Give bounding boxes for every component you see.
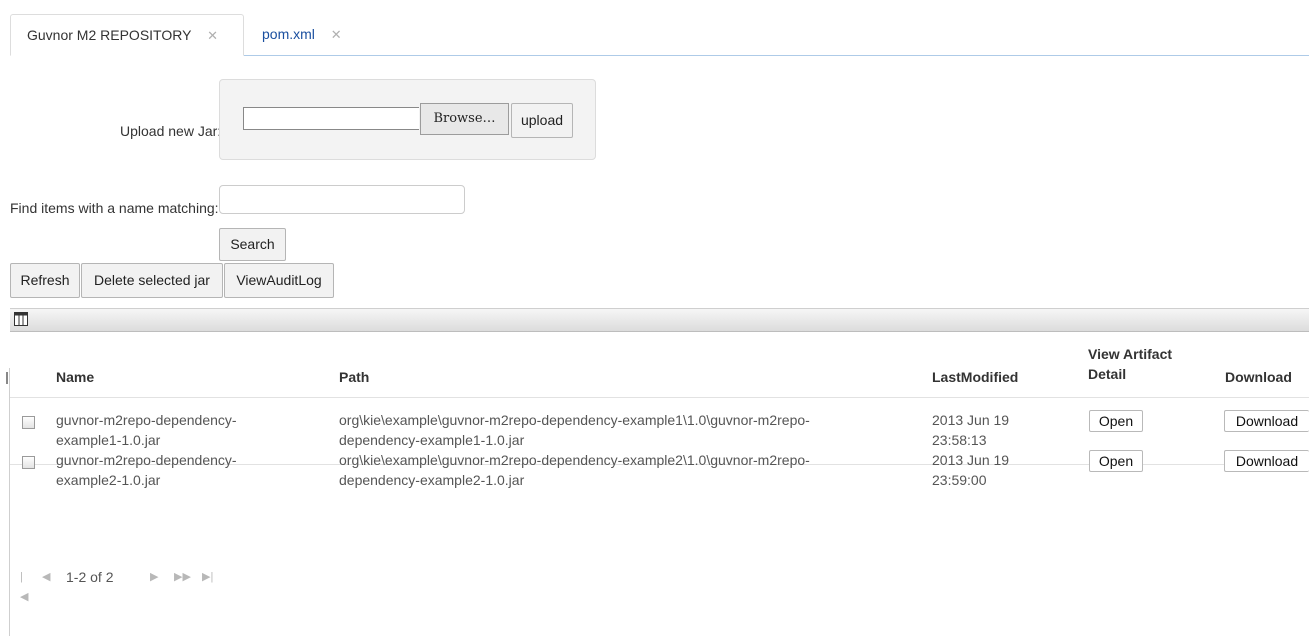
row-checkbox[interactable] [22,456,35,469]
cell-line: dependency-example1-1.0.jar [339,432,525,448]
next-page-icon[interactable]: ▶ [150,567,158,587]
header-line: View Artifact [1088,346,1173,362]
tab-label: pom.xml [262,26,315,42]
last-page-icon[interactable]: ▶| [202,567,213,587]
upload-button[interactable]: upload [511,103,573,138]
cell-line: 2013 Jun 19 [932,412,1010,428]
cell-lastmodified: 2013 Jun 19 23:59:00 [932,450,1009,490]
download-button[interactable]: Download [1224,410,1309,432]
cell-line: 23:58:13 [932,432,987,448]
cell-line: org\kie\example\guvnor-m2repo-dependency… [339,412,810,428]
cell-path: org\kie\example\guvnor-m2repo-dependency… [339,450,810,490]
open-button[interactable]: Open [1089,450,1143,472]
close-icon[interactable]: ✕ [331,27,342,42]
tab-guvnor-m2-repository[interactable]: Guvnor M2 REPOSITORY ✕ [10,14,244,56]
cell-line: example2-1.0.jar [56,472,161,488]
tab-bar: Guvnor M2 REPOSITORY ✕ pom.xml ✕ [10,14,1309,56]
cell-line: dependency-example2-1.0.jar [339,472,525,488]
cell-line: 23:59:00 [932,472,987,488]
column-resize-handle[interactable] [6,372,8,384]
page-range: 1-2 of 2 [66,569,114,585]
search-label: Find items with a name matching: [10,200,219,216]
column-header-lastmodified[interactable]: LastModified [932,369,1018,385]
cell-line: example1-1.0.jar [56,432,161,448]
cell-name: guvnor-m2repo-dependency- example1-1.0.j… [56,410,237,450]
column-header-path[interactable]: Path [339,369,369,385]
refresh-button[interactable]: Refresh [10,263,80,298]
column-header-view-detail[interactable]: View Artifact Detail [1088,346,1172,382]
cell-line: guvnor-m2repo-dependency- [56,412,237,428]
header-line: Detail [1088,366,1127,382]
file-path-field[interactable] [243,107,419,130]
tab-pom-xml[interactable]: pom.xml ✕ [246,14,376,54]
prev-page-icon[interactable]: ◀ [42,567,50,587]
cell-name: guvnor-m2repo-dependency- example2-1.0.j… [56,450,237,490]
first-page-icon[interactable]: |◀ [20,567,28,607]
browse-button[interactable]: Browse… [420,103,509,135]
view-audit-log-button[interactable]: ViewAuditLog [224,263,334,298]
table-left-border [9,368,10,636]
cell-line: 2013 Jun 19 [932,452,1010,468]
column-header-name[interactable]: Name [56,369,94,385]
close-icon[interactable]: ✕ [207,28,218,43]
fast-forward-icon[interactable]: ▶▶ [174,567,191,587]
header-separator [10,397,1309,398]
cell-line: guvnor-m2repo-dependency- [56,452,237,468]
search-input[interactable] [219,185,465,214]
delete-selected-jar-button[interactable]: Delete selected jar [81,263,223,298]
row-checkbox[interactable] [22,416,35,429]
tab-label: Guvnor M2 REPOSITORY [27,27,192,43]
column-header-download[interactable]: Download [1225,369,1292,385]
cell-line: org\kie\example\guvnor-m2repo-dependency… [339,452,810,468]
download-button[interactable]: Download [1224,450,1309,472]
grid-toolbar [10,308,1309,332]
columns-icon[interactable] [14,312,28,326]
search-button[interactable]: Search [219,228,286,261]
cell-lastmodified: 2013 Jun 19 23:58:13 [932,410,1009,450]
cell-path: org\kie\example\guvnor-m2repo-dependency… [339,410,810,450]
open-button[interactable]: Open [1089,410,1143,432]
upload-label: Upload new Jar: [120,123,222,139]
